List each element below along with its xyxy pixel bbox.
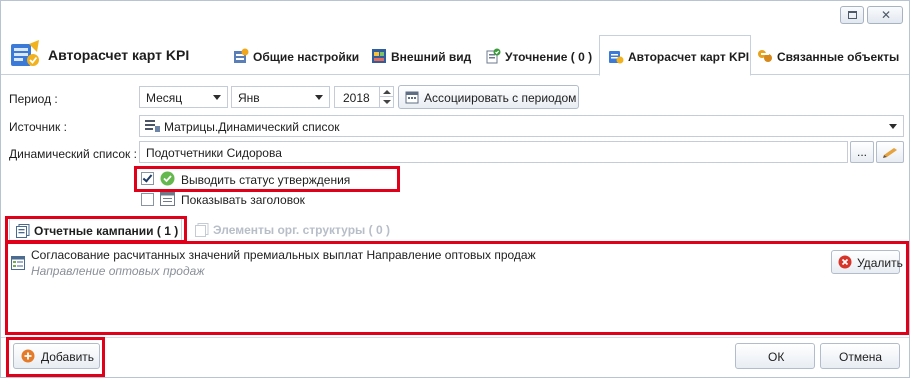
- approved-icon: [160, 171, 175, 186]
- period-type-select[interactable]: Месяц: [139, 86, 228, 108]
- edit-button[interactable]: [876, 141, 904, 163]
- campaign-title: Согласование расчитанных значений премиа…: [31, 248, 536, 262]
- close-button[interactable]: ✕: [867, 6, 903, 24]
- period-year-value: 2018: [343, 91, 370, 105]
- period-month-value: Янв: [238, 91, 260, 105]
- show-approval-checkbox[interactable]: [141, 172, 154, 185]
- source-value: Матрицы.Динамический список: [164, 120, 340, 134]
- app-title: Авторасчет карт KPI: [48, 47, 190, 63]
- tab-label: Общие настройки: [253, 50, 360, 64]
- matrix-list-icon: [145, 120, 160, 132]
- campaigns-icon: [16, 224, 30, 238]
- org-structure-icon: [195, 223, 209, 237]
- spin-up-button[interactable]: [379, 87, 393, 97]
- tab-org-structure[interactable]: Элементы орг. структуры ( 0 ): [189, 218, 399, 242]
- dynamic-list-field[interactable]: Подотчетники Сидорова: [139, 141, 848, 163]
- restore-icon: [848, 11, 857, 19]
- tab-label: Внешний вид: [391, 50, 472, 64]
- show-header-label: Показывать заголовок: [181, 193, 305, 207]
- spin-down-button[interactable]: [379, 97, 393, 107]
- calendar-link-icon: [405, 91, 419, 104]
- tab-label: Элементы орг. структуры ( 0 ): [213, 223, 390, 237]
- tab-label: Уточнение ( 0 ): [505, 50, 593, 64]
- period-type-value: Месяц: [146, 91, 183, 105]
- delete-icon: [838, 255, 852, 269]
- ok-label: ОК: [768, 350, 785, 364]
- header-icon: [160, 192, 175, 206]
- chevron-down-icon: [315, 95, 323, 100]
- source-select[interactable]: Матрицы.Динамический список: [139, 115, 904, 137]
- campaign-subtitle: Направление оптовых продаж: [31, 264, 205, 278]
- delete-campaign-button[interactable]: Удалить: [831, 250, 903, 274]
- period-label: Период :: [9, 92, 58, 106]
- tab-linked-objects[interactable]: Связанные объекты: [757, 40, 905, 76]
- tab-label: Связанные объекты: [777, 50, 900, 64]
- dynamic-list-value: Подотчетники Сидорова: [146, 146, 282, 160]
- cancel-label: Отмена: [839, 350, 883, 364]
- kpi-settings-window: ✕ Авторасчет карт KPI Общие настройки Вн…: [0, 0, 910, 378]
- header-bar: Авторасчет карт KPI Общие настройки Внеш…: [1, 31, 909, 76]
- show-header-checkbox[interactable]: [141, 193, 154, 206]
- tab-kpi-autocalc[interactable]: Авторасчет карт KPI: [599, 35, 751, 76]
- campaign-table-icon: [11, 256, 25, 270]
- show-approval-label: Выводить статус утверждения: [181, 173, 351, 187]
- add-icon: [21, 349, 35, 363]
- close-icon: ✕: [881, 8, 892, 22]
- tab-label: Авторасчет карт KPI: [628, 50, 750, 64]
- chevron-down-icon: [213, 95, 221, 100]
- kpi-icon: [609, 51, 624, 64]
- check-icon: [142, 172, 153, 183]
- cancel-button[interactable]: Отмена: [820, 343, 900, 369]
- campaigns-list: Согласование расчитанных значений премиа…: [9, 242, 904, 334]
- pencil-icon: [883, 148, 897, 158]
- tab-label: Отчетные кампании ( 1 ): [34, 224, 179, 238]
- appearance-icon: [372, 49, 386, 63]
- associate-period-label: Ассоциировать с периодом: [424, 91, 577, 105]
- tab-refinement[interactable]: Уточнение ( 0 ): [485, 40, 595, 76]
- add-button[interactable]: Добавить: [13, 343, 100, 369]
- browse-label: ...: [857, 145, 868, 159]
- kpi-app-icon: [11, 40, 39, 66]
- title-bar: ✕: [1, 1, 909, 29]
- refine-icon: [486, 48, 501, 64]
- chevron-down-icon: [889, 124, 897, 129]
- footer-divider: [1, 337, 909, 338]
- associate-period-button[interactable]: Ассоциировать с периодом: [398, 85, 579, 109]
- settings-icon: [234, 48, 249, 63]
- source-label: Источник :: [9, 120, 67, 134]
- inner-tabs: Отчетные кампании ( 1 ) Элементы орг. ст…: [9, 218, 904, 243]
- tab-reporting-campaigns[interactable]: Отчетные кампании ( 1 ): [9, 218, 182, 243]
- period-year-spinner[interactable]: 2018: [334, 86, 394, 108]
- browse-button[interactable]: ...: [850, 141, 874, 163]
- restore-button[interactable]: [840, 6, 864, 24]
- linked-objects-icon: [758, 50, 772, 62]
- dynamic-list-label: Динамический список :: [9, 147, 137, 161]
- ok-button[interactable]: ОК: [735, 343, 815, 369]
- add-label: Добавить: [41, 350, 95, 364]
- tab-appearance[interactable]: Внешний вид: [371, 40, 473, 76]
- tab-general-settings[interactable]: Общие настройки: [233, 40, 361, 76]
- delete-label: Удалить: [857, 256, 903, 270]
- period-month-select[interactable]: Янв: [231, 86, 330, 108]
